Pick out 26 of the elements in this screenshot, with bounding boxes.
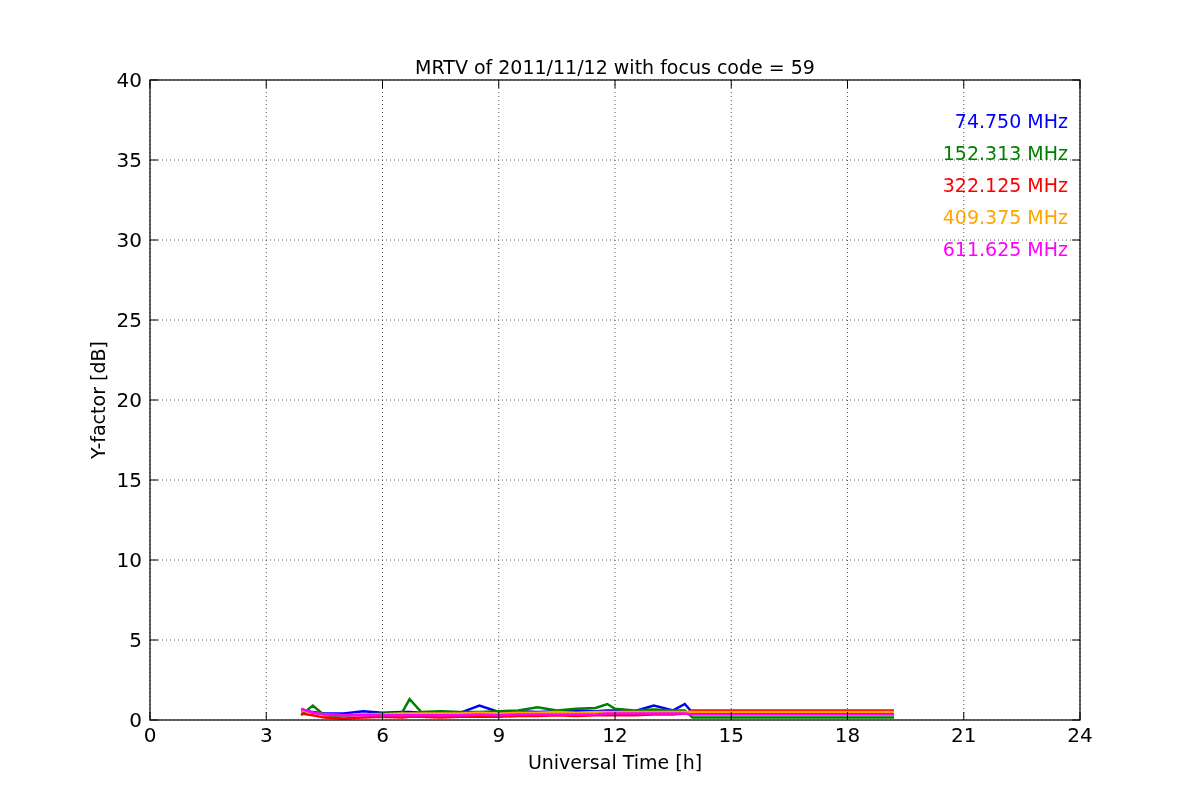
legend-label: 152.313 MHz	[942, 142, 1068, 164]
legend-label: 611.625 MHz	[942, 238, 1068, 260]
chart-title: MRTV of 2011/11/12 with focus code = 59	[415, 56, 815, 78]
x-tick-label: 3	[259, 723, 273, 747]
legend-label: 409.375 MHz	[942, 206, 1068, 228]
x-tick-label: 18	[834, 723, 861, 747]
x-axis-label: Universal Time [h]	[527, 751, 703, 773]
x-tick-label: 21	[951, 723, 977, 747]
y-tick-label: 10	[116, 548, 142, 572]
y-tick-label: 25	[116, 308, 142, 332]
y-tick-label: 5	[129, 628, 142, 652]
x-tick-label: 6	[376, 723, 389, 747]
y-tick-label: 20	[116, 388, 142, 412]
y-tick-label: 40	[116, 68, 142, 92]
y-tick-label: 35	[116, 148, 142, 172]
x-tick-label: 12	[602, 723, 628, 747]
y-tick-label: 30	[116, 228, 142, 252]
x-tick-label: 24	[1067, 723, 1093, 747]
legend-label: 322.125 MHz	[942, 174, 1068, 196]
y-tick-label: 15	[116, 468, 142, 492]
x-tick-label: 0	[143, 723, 157, 747]
y-axis-label: Y-factor [dB]	[87, 341, 109, 459]
x-tick-label: 9	[492, 723, 506, 747]
x-tick-label: 15	[718, 723, 744, 747]
legend-label: 74.750 MHz	[954, 110, 1068, 132]
y-tick-label: 0	[129, 708, 142, 732]
